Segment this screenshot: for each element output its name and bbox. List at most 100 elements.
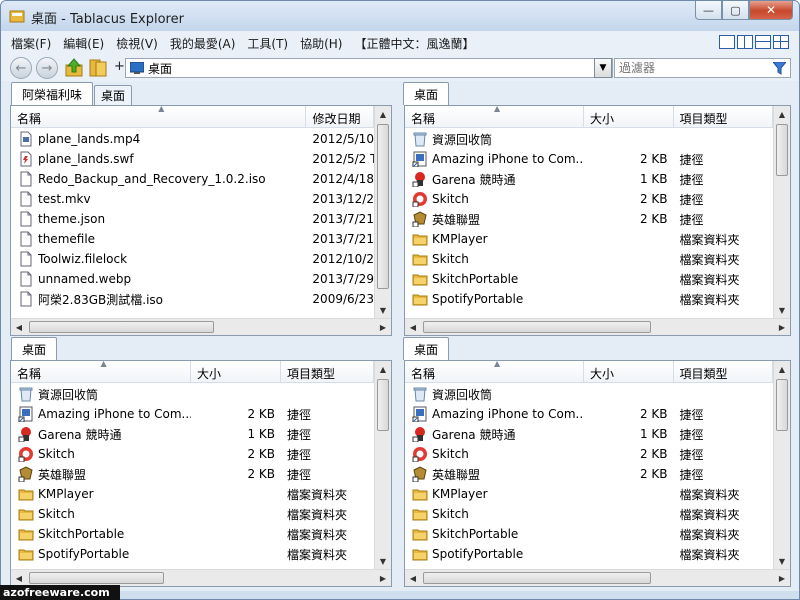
list-item[interactable]: Toolwiz.filelock 2012/10/2 bbox=[11, 249, 374, 269]
list-item[interactable]: Skitch 2 KB 捷徑 bbox=[11, 444, 374, 464]
list-item[interactable]: 資源回收筒 bbox=[405, 384, 773, 404]
scroll-right-arrow-icon[interactable]: ▶ bbox=[375, 319, 391, 335]
list-item[interactable]: 英雄聯盟 2 KB 捷徑 bbox=[405, 464, 773, 484]
scroll-down-arrow-icon[interactable]: ▼ bbox=[375, 553, 391, 569]
list-item[interactable]: SpotifyPortable 檔案資料夾 bbox=[405, 544, 773, 564]
list-item[interactable]: SpotifyPortable 檔案資料夾 bbox=[405, 289, 773, 309]
scroll-left-arrow-icon[interactable]: ◀ bbox=[11, 319, 27, 335]
list-item[interactable]: KMPlayer 檔案資料夾 bbox=[405, 484, 773, 504]
list-item[interactable]: SpotifyPortable 檔案資料夾 bbox=[11, 544, 374, 564]
scroll-up-arrow-icon[interactable]: ▲ bbox=[774, 361, 790, 377]
horizontal-scrollbar[interactable]: ◀ ▶ bbox=[11, 569, 391, 586]
list-item[interactable]: 英雄聯盟 2 KB 捷徑 bbox=[405, 209, 773, 229]
scroll-thumb[interactable] bbox=[776, 124, 788, 176]
layout-horizontal-split-icon[interactable] bbox=[755, 35, 771, 49]
column-type-header[interactable]: 項目類型 bbox=[674, 361, 774, 383]
scroll-thumb[interactable] bbox=[29, 572, 164, 584]
list-item[interactable]: Amazing iPhone to Com... 2 KB 捷徑 bbox=[405, 149, 773, 169]
layout-single-icon[interactable] bbox=[719, 35, 735, 49]
scroll-up-arrow-icon[interactable]: ▲ bbox=[774, 106, 790, 122]
up-folder-icon[interactable] bbox=[64, 58, 84, 78]
list-item[interactable]: Garena 競時通 1 KB 捷徑 bbox=[405, 169, 773, 189]
list-item[interactable]: Skitch 檔案資料夾 bbox=[11, 504, 374, 524]
list-item[interactable]: test.mkv 2013/12/2 bbox=[11, 189, 374, 209]
scroll-down-arrow-icon[interactable]: ▼ bbox=[774, 553, 790, 569]
scroll-up-arrow-icon[interactable]: ▲ bbox=[375, 361, 391, 377]
scroll-down-arrow-icon[interactable]: ▼ bbox=[375, 302, 391, 318]
column-type-header[interactable]: 項目類型 bbox=[281, 361, 374, 383]
menu-edit[interactable]: 編輯(E) bbox=[63, 35, 104, 52]
scroll-thumb[interactable] bbox=[776, 379, 788, 431]
filter-input[interactable] bbox=[619, 61, 769, 75]
vertical-scrollbar[interactable]: ▲ ▼ bbox=[773, 106, 790, 318]
scroll-down-arrow-icon[interactable]: ▼ bbox=[774, 302, 790, 318]
folder-icon[interactable] bbox=[88, 58, 108, 78]
horizontal-scrollbar[interactable]: ◀ ▶ bbox=[405, 569, 790, 586]
tab-desktop[interactable]: 桌面 bbox=[403, 337, 450, 360]
list-item[interactable]: plane_lands.swf 2012/5/2 T bbox=[11, 149, 374, 169]
menu-language[interactable]: 【正體中文：風逸蘭】 bbox=[354, 35, 474, 52]
list-item[interactable]: 資源回收筒 bbox=[405, 129, 773, 149]
filter-funnel-icon[interactable] bbox=[773, 62, 786, 75]
file-list[interactable]: ▲ 名稱 大小 項目類型 資源回收筒 Amazing iPhone to Com..… bbox=[10, 360, 392, 587]
list-item[interactable]: SkitchPortable 檔案資料夾 bbox=[405, 524, 773, 544]
vertical-scrollbar[interactable]: ▲ ▼ bbox=[773, 361, 790, 569]
file-list[interactable]: ▲ 名稱 修改日期 plane_lands.mp4 2012/5/10 plane_l… bbox=[10, 105, 392, 336]
column-name-header[interactable]: ▲ 名稱 bbox=[11, 106, 307, 128]
list-item[interactable]: 資源回收筒 bbox=[11, 384, 374, 404]
list-item[interactable]: SkitchPortable 檔案資料夾 bbox=[11, 524, 374, 544]
list-item[interactable]: Amazing iPhone to Com... 2 KB 捷徑 bbox=[405, 404, 773, 424]
scroll-thumb[interactable] bbox=[423, 321, 651, 333]
scroll-up-arrow-icon[interactable]: ▲ bbox=[375, 106, 391, 122]
maximize-button[interactable]: ▢ bbox=[722, 1, 749, 20]
list-item[interactable]: plane_lands.mp4 2012/5/10 bbox=[11, 129, 374, 149]
scroll-thumb[interactable] bbox=[377, 379, 389, 431]
menu-view[interactable]: 檢視(V) bbox=[116, 35, 158, 52]
list-item[interactable]: SkitchPortable 檔案資料夾 bbox=[405, 269, 773, 289]
list-item[interactable]: 阿榮2.83GB測試檔.iso 2009/6/23 bbox=[11, 289, 374, 309]
scroll-right-arrow-icon[interactable]: ▶ bbox=[774, 319, 790, 335]
title-bar[interactable]: 桌面 - Tablacus Explorer — ▢ ✕ bbox=[1, 1, 799, 31]
list-item[interactable]: Amazing iPhone to Com... 2 KB 捷徑 bbox=[11, 404, 374, 424]
list-item[interactable]: Skitch 2 KB 捷徑 bbox=[405, 444, 773, 464]
tab-arong-fuli[interactable]: 阿榮福利味 bbox=[11, 82, 94, 105]
layout-vertical-split-icon[interactable] bbox=[737, 35, 753, 49]
back-button[interactable]: ← bbox=[10, 57, 32, 79]
scroll-right-arrow-icon[interactable]: ▶ bbox=[375, 570, 391, 586]
scroll-left-arrow-icon[interactable]: ◀ bbox=[405, 570, 421, 586]
tab-desktop[interactable]: 桌面 bbox=[94, 85, 133, 105]
close-button[interactable]: ✕ bbox=[749, 1, 793, 20]
list-item[interactable]: 英雄聯盟 2 KB 捷徑 bbox=[11, 464, 374, 484]
list-item[interactable]: KMPlayer 檔案資料夾 bbox=[11, 484, 374, 504]
list-item[interactable]: unnamed.webp 2013/7/29 bbox=[11, 269, 374, 289]
list-item[interactable]: Garena 競時通 1 KB 捷徑 bbox=[11, 424, 374, 444]
scroll-right-arrow-icon[interactable]: ▶ bbox=[774, 570, 790, 586]
list-item[interactable]: Skitch 2 KB 捷徑 bbox=[405, 189, 773, 209]
address-field[interactable]: 桌面 ▼ bbox=[125, 58, 613, 78]
file-list[interactable]: ▲ 名稱 大小 項目類型 資源回收筒 Amazing iPhone to Com..… bbox=[404, 105, 791, 336]
tab-desktop[interactable]: 桌面 bbox=[403, 82, 450, 105]
column-date-header[interactable]: 修改日期 bbox=[306, 106, 374, 128]
list-item[interactable]: Skitch 檔案資料夾 bbox=[405, 249, 773, 269]
list-item[interactable]: KMPlayer 檔案資料夾 bbox=[405, 229, 773, 249]
scroll-left-arrow-icon[interactable]: ◀ bbox=[405, 319, 421, 335]
horizontal-scrollbar[interactable]: ◀ ▶ bbox=[11, 318, 391, 335]
scroll-thumb[interactable] bbox=[377, 124, 389, 289]
column-name-header[interactable]: ▲ 名稱 bbox=[405, 361, 585, 383]
vertical-scrollbar[interactable]: ▲ ▼ bbox=[374, 361, 391, 569]
scroll-thumb[interactable] bbox=[423, 572, 651, 584]
column-name-header[interactable]: ▲ 名稱 bbox=[11, 361, 191, 383]
horizontal-scrollbar[interactable]: ◀ ▶ bbox=[405, 318, 790, 335]
list-item[interactable]: Skitch 檔案資料夾 bbox=[405, 504, 773, 524]
filter-field[interactable] bbox=[614, 58, 791, 78]
column-size-header[interactable]: 大小 bbox=[584, 106, 674, 128]
column-size-header[interactable]: 大小 bbox=[191, 361, 281, 383]
list-item[interactable]: themefile 2013/7/21 bbox=[11, 229, 374, 249]
layout-quad-split-icon[interactable] bbox=[773, 35, 789, 49]
tab-desktop[interactable]: 桌面 bbox=[11, 337, 58, 360]
column-type-header[interactable]: 項目類型 bbox=[674, 106, 774, 128]
scroll-left-arrow-icon[interactable]: ◀ bbox=[11, 570, 27, 586]
file-list[interactable]: ▲ 名稱 大小 項目類型 資源回收筒 Amazing iPhone to Com..… bbox=[404, 360, 791, 587]
vertical-scrollbar[interactable]: ▲ ▼ bbox=[374, 106, 391, 318]
forward-button[interactable]: → bbox=[36, 57, 58, 79]
